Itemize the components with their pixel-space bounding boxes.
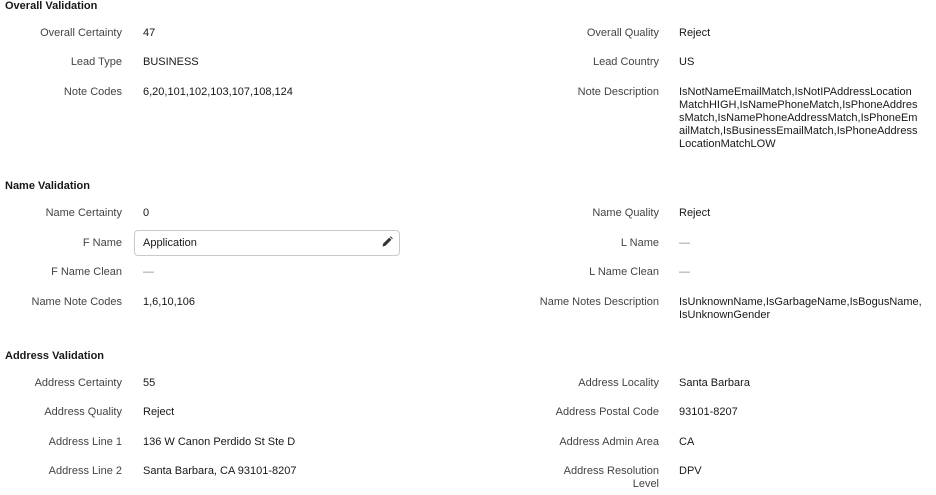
- address-validation-title: Address Validation: [5, 350, 105, 362]
- name-quality-value: Reject: [679, 207, 711, 219]
- name-certainty-label: Name Certainty: [45, 207, 122, 219]
- fname-clean-value: —: [143, 266, 154, 278]
- fname-clean-label: F Name Clean: [51, 266, 122, 278]
- name-quality-label: Name Quality: [592, 207, 659, 219]
- address-certainty-label: Address Certainty: [34, 377, 122, 389]
- name-notes-description-value: IsUnknownName,IsGarbageName,IsBogusName,…: [679, 296, 922, 321]
- lname-clean-label: L Name Clean: [589, 266, 659, 278]
- name-certainty-value: 0: [143, 207, 150, 219]
- address-quality-label: Address Quality: [44, 406, 122, 418]
- lname-value: —: [679, 237, 690, 249]
- address-locality-label: Address Locality: [578, 377, 659, 389]
- lead-type-value: BUSINESS: [143, 56, 199, 68]
- address-resolution-level-label: Address Resolution Level: [563, 465, 659, 490]
- name-note-codes-label: Name Note Codes: [31, 296, 123, 308]
- lead-country-label: Lead Country: [592, 56, 659, 68]
- overall-quality-label: Overall Quality: [586, 27, 659, 39]
- fname-input-value: Application: [143, 237, 197, 249]
- address-resolution-level-value: DPV: [679, 465, 702, 477]
- address-line2-label: Address Line 2: [48, 465, 122, 477]
- address-quality-value: Reject: [143, 406, 175, 418]
- lead-type-label: Lead Type: [70, 56, 122, 68]
- overall-certainty-label: Overall Certainty: [40, 27, 122, 39]
- address-admin-area-value: CA: [679, 436, 695, 448]
- note-codes-label: Note Codes: [63, 86, 122, 98]
- address-certainty-value: 55: [143, 377, 156, 389]
- address-line2-value: Santa Barbara, CA 93101-8207: [143, 465, 297, 477]
- name-notes-description-label: Name Notes Description: [539, 296, 659, 308]
- note-description-label: Note Description: [577, 86, 659, 98]
- name-note-codes-value: 1,6,10,106: [143, 296, 195, 308]
- note-codes-value: 6,20,101,102,103,107,108,124: [143, 86, 293, 98]
- overall-certainty-value: 47: [143, 27, 156, 39]
- address-locality-value: Santa Barbara: [679, 377, 750, 389]
- address-postal-code-label: Address Postal Code: [555, 406, 659, 418]
- note-description-value: IsNotNameEmailMatch,IsNotIPAddressLocati…: [679, 86, 918, 150]
- fname-input[interactable]: Application: [134, 230, 400, 256]
- lname-label: L Name: [620, 237, 659, 249]
- address-admin-area-label: Address Admin Area: [559, 436, 659, 448]
- address-line1-value: 136 W Canon Perdido St Ste D: [143, 436, 296, 448]
- lname-clean-value: —: [679, 266, 690, 278]
- pencil-icon[interactable]: [381, 236, 393, 248]
- overall-quality-value: Reject: [679, 27, 711, 39]
- address-postal-code-value: 93101-8207: [679, 406, 738, 418]
- lead-country-value: US: [679, 56, 695, 68]
- overall-validation-title: Overall Validation: [5, 0, 98, 12]
- fname-label: F Name: [82, 237, 122, 249]
- name-validation-title: Name Validation: [5, 180, 90, 192]
- address-line1-label: Address Line 1: [48, 436, 122, 448]
